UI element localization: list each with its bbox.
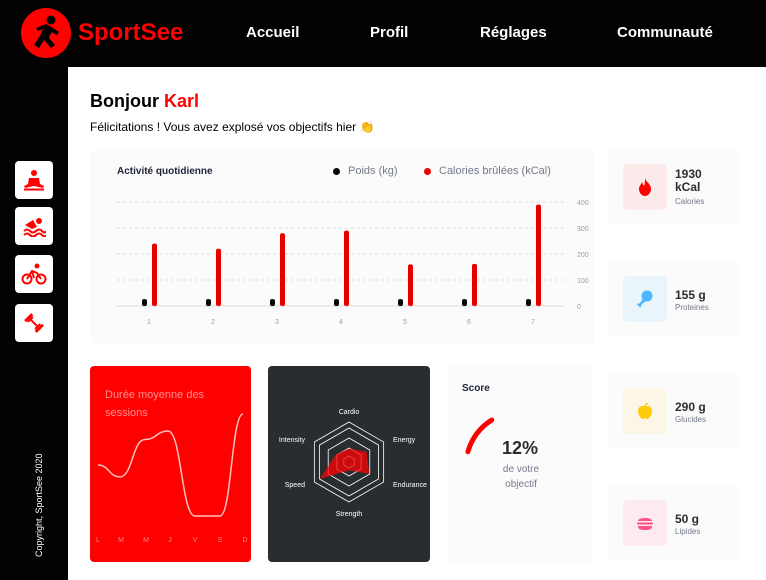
carbs-card: 290 g Glucides — [607, 374, 741, 449]
proteins-card: 155 g Proteines — [607, 262, 741, 337]
activity-bars-svg: 0 100 200 300 400 1 2 3 4 5 6 7 — [117, 200, 589, 326]
fire-icon — [623, 164, 667, 210]
calories-bar[interactable] — [152, 243, 157, 306]
copyright-text: Copyright, SportSee 2020 — [34, 453, 44, 557]
x-tick-label: 1 — [147, 319, 151, 326]
x-tick-label: 4 — [339, 319, 343, 326]
nav-communaute[interactable]: Communauté — [617, 24, 713, 41]
drumstick-icon — [623, 276, 667, 322]
daily-activity-chart: Activité quotidienne Poids (kg) Calories… — [90, 150, 594, 343]
greeting-hello: Bonjour — [90, 91, 159, 111]
calories-card: 1930 kCal Calories — [607, 150, 741, 225]
lipids-card: 50 g Lipides — [607, 486, 741, 561]
score-subtitle: de votre objectif — [491, 462, 551, 492]
swimming-button[interactable] — [15, 207, 53, 245]
nav-reglages[interactable]: Réglages — [480, 24, 547, 41]
x-tick-label: 6 — [467, 319, 471, 326]
apple-icon — [623, 388, 667, 434]
strength-button[interactable] — [15, 304, 53, 342]
calories-bar[interactable] — [408, 264, 413, 306]
day-label: D — [242, 537, 247, 544]
calories-bar[interactable] — [536, 204, 541, 306]
weight-bar[interactable] — [398, 299, 403, 306]
weight-bar[interactable] — [142, 299, 147, 306]
performance-radar-chart: Cardio Energy Endurance Strength Speed Intens… — [268, 366, 430, 562]
radar-axis-label: Intensity — [279, 437, 306, 444]
user-name: Karl — [164, 91, 200, 111]
score-percent: 12% — [501, 438, 539, 458]
calories-bar[interactable] — [344, 230, 349, 306]
cycling-button[interactable] — [15, 255, 53, 293]
brand-name: SportSee — [78, 19, 184, 46]
dumbbell-icon — [24, 313, 44, 333]
calories-value: 1930 kCal — [675, 167, 702, 194]
y-tick-label: 300 — [577, 226, 589, 233]
day-label: S — [218, 537, 223, 544]
swimming-icon — [23, 218, 46, 237]
lipids-label: Lipides — [675, 527, 701, 536]
radar-axis-label: Cardio — [339, 409, 360, 416]
x-tick-label: 2 — [211, 319, 215, 326]
cycling-icon — [21, 263, 47, 285]
lipids-value: 50 g — [675, 512, 700, 526]
carbs-value: 290 g — [675, 400, 706, 414]
weight-bar[interactable] — [270, 299, 275, 306]
burger-icon — [623, 500, 667, 546]
meditation-icon — [24, 170, 44, 191]
radar-axis-label: Speed — [285, 482, 305, 489]
day-label: J — [168, 537, 172, 544]
y-tick-label: 100 — [577, 278, 589, 285]
meditation-button[interactable] — [15, 161, 53, 199]
radar-svg: Cardio Energy Endurance Strength Speed Intens… — [279, 409, 427, 518]
score-subtitle-line2: objectif — [505, 479, 537, 490]
sessions-line-svg: LMMJVSD — [96, 413, 248, 544]
x-tick-label: 3 — [275, 319, 279, 326]
logo[interactable]: SportSee — [21, 8, 183, 58]
proteins-label: Proteines — [675, 303, 709, 312]
weight-bar[interactable] — [462, 299, 467, 306]
sessions-line[interactable] — [97, 413, 244, 517]
score-subtitle-line1: de votre — [502, 464, 540, 475]
radar-axis-label: Endurance — [393, 482, 427, 489]
x-tick-label: 7 — [531, 319, 535, 326]
calories-bar[interactable] — [216, 248, 221, 306]
average-sessions-chart: Durée moyenne des sessions LMMJVSD — [90, 366, 251, 562]
y-tick-label: 400 — [577, 200, 589, 207]
radar-axis-label: Energy — [393, 437, 416, 444]
calories-label: Calories — [675, 197, 705, 206]
day-label: M — [118, 537, 124, 544]
day-label: L — [96, 537, 100, 544]
proteins-value: 155 g — [675, 288, 706, 302]
y-tick-label: 200 — [577, 252, 589, 259]
left-sidebar: Copyright, SportSee 2020 — [0, 67, 68, 580]
congrats-message: Félicitations ! Vous avez explosé vos ob… — [90, 120, 375, 134]
radar-axis-label: Strength — [336, 511, 363, 518]
y-tick-label: 0 — [577, 304, 581, 311]
runner-logo-icon — [21, 8, 71, 58]
x-tick-label: 5 — [403, 319, 407, 326]
weight-bar[interactable] — [526, 299, 531, 306]
day-label: M — [143, 537, 149, 544]
page-title: Bonjour Karl — [90, 91, 199, 112]
calories-bar[interactable] — [280, 233, 285, 306]
carbs-label: Glucides — [675, 415, 707, 424]
calories-bar[interactable] — [472, 263, 477, 306]
top-navbar: SportSee Accueil Profil Réglages Communa… — [0, 0, 766, 67]
score-chart: Score 12% de votre objectif — [447, 366, 593, 562]
weight-bar[interactable] — [334, 299, 339, 306]
nav-profil[interactable]: Profil — [370, 24, 408, 41]
weight-bar[interactable] — [206, 299, 211, 306]
radar-area[interactable] — [319, 448, 370, 479]
nav-accueil[interactable]: Accueil — [246, 24, 299, 41]
day-label: V — [193, 537, 198, 544]
